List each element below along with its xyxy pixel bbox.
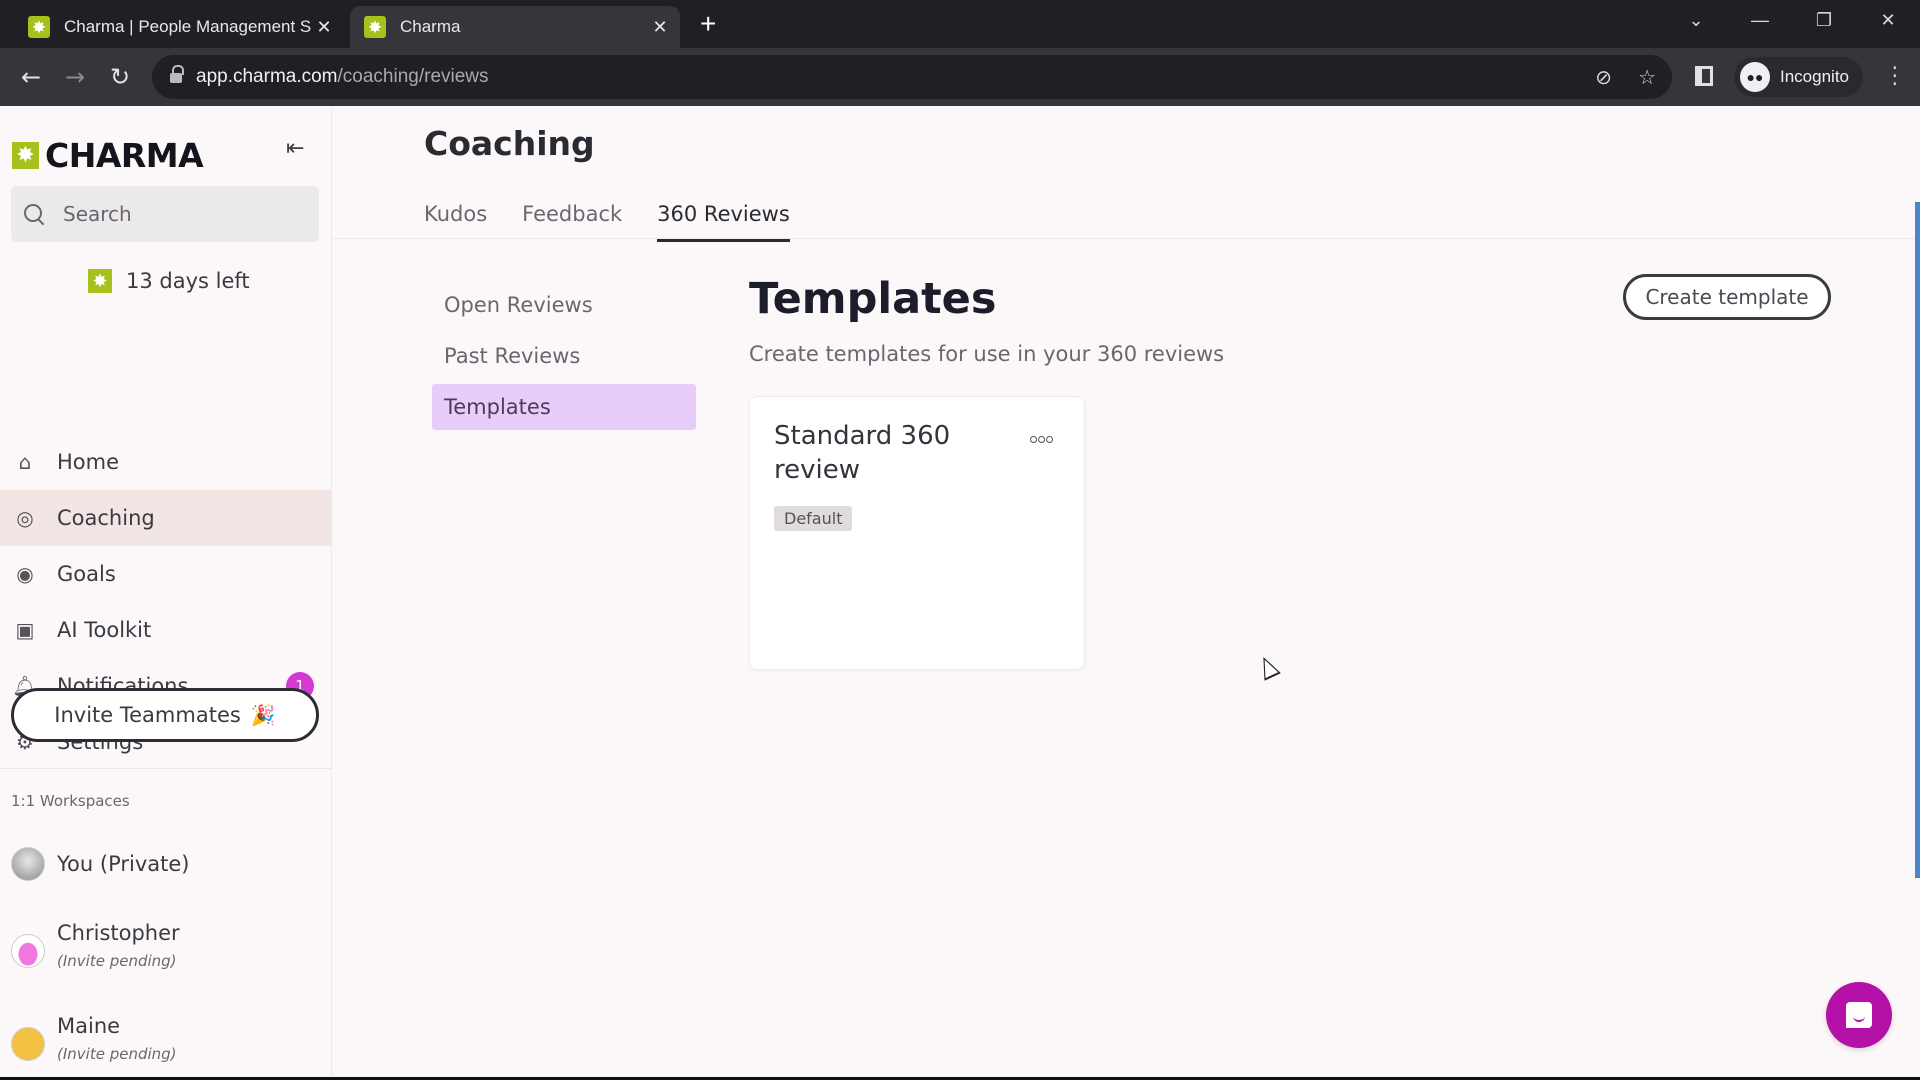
trial-indicator: ✸ 13 days left — [88, 269, 250, 293]
browser-tab-strip: ✸ Charma | People Management S ✕ ✸ Charm… — [0, 0, 1920, 48]
workspace-item[interactable]: You (Private) — [11, 847, 189, 881]
search-input[interactable] — [63, 202, 303, 226]
close-window-icon[interactable]: ✕ — [1856, 10, 1920, 31]
eye-off-icon[interactable]: ⊘ — [1595, 65, 1612, 90]
new-tab-button[interactable]: + — [700, 8, 716, 40]
charma-trial-icon: ✸ — [88, 269, 112, 293]
search-box[interactable] — [11, 186, 319, 242]
sidebar-item-label: Coaching — [57, 506, 155, 530]
tab-360-reviews[interactable]: 360 Reviews — [657, 202, 790, 242]
subnav-past-reviews[interactable]: Past Reviews — [432, 333, 696, 379]
incognito-profile[interactable]: ●● Incognito — [1734, 57, 1863, 97]
sidebar-divider — [0, 768, 331, 769]
url-path: /coaching/reviews — [337, 66, 489, 87]
tab-feedback[interactable]: Feedback — [522, 202, 622, 242]
avatar — [11, 1027, 45, 1061]
subnav-templates[interactable]: Templates — [432, 384, 696, 430]
charma-favicon-icon: ✸ — [364, 16, 386, 38]
sidebar-item-label: Home — [57, 450, 120, 474]
url-host: app.charma.com — [196, 66, 338, 87]
bookmark-star-icon[interactable]: ☆ — [1638, 65, 1656, 90]
profile-label: Incognito — [1780, 67, 1849, 86]
more-options-icon[interactable] — [1030, 433, 1054, 446]
search-icon — [23, 203, 45, 225]
workspaces-heading: 1:1 Workspaces — [11, 792, 130, 810]
sidebar-item-label: Goals — [57, 562, 116, 586]
collapse-sidebar-icon[interactable]: ⇤ — [286, 136, 304, 161]
whistle-icon: ◎ — [16, 506, 34, 530]
tab-title: Charma | People Management S — [64, 17, 312, 36]
chat-support-button[interactable] — [1826, 982, 1892, 1048]
tabs-divider — [332, 238, 1917, 239]
home-icon: ⌂ — [18, 450, 32, 474]
restore-icon[interactable]: ❐ — [1792, 10, 1856, 31]
workspace-name: Christopher — [57, 921, 180, 945]
browser-tab-2[interactable]: ✸ Charma ✕ — [350, 6, 680, 48]
subnav-open-reviews[interactable]: Open Reviews — [432, 282, 696, 328]
trial-text: 13 days left — [126, 269, 250, 293]
target-icon: ◉ — [16, 562, 34, 586]
charma-logo[interactable]: ✸ CHARMA — [12, 136, 204, 175]
invite-status: (Invite pending) — [57, 1045, 177, 1063]
main-content: Coaching Kudos Feedback 360 Reviews Open… — [332, 106, 1920, 1080]
logo-text: CHARMA — [45, 136, 204, 175]
workspace-name: Maine — [57, 1014, 121, 1038]
workspace-name: You (Private) — [57, 852, 190, 876]
section-title: Templates — [749, 274, 997, 324]
invite-status: (Invite pending) — [57, 952, 177, 970]
default-badge: Default — [774, 506, 853, 531]
section-subtitle: Create templates for use in your 360 rev… — [749, 342, 1225, 366]
close-tab-icon[interactable]: ✕ — [648, 17, 672, 38]
address-bar[interactable]: app.charma.com /coaching/reviews ⊘ ☆ — [152, 55, 1672, 99]
reload-icon[interactable]: ↻ — [103, 60, 137, 94]
create-template-button[interactable]: Create template — [1623, 274, 1831, 320]
template-title: Standard 360 review — [774, 421, 951, 485]
back-icon[interactable]: ← — [14, 60, 48, 94]
lock-icon — [170, 64, 184, 85]
avatar — [11, 847, 45, 881]
workspace-item[interactable]: Christopher (Invite pending) — [11, 920, 180, 970]
side-panel-icon[interactable] — [1695, 66, 1713, 86]
browser-menu-icon[interactable]: · · · — [1892, 58, 1898, 94]
party-popper-icon: 🎉 — [250, 703, 276, 727]
invite-label: Invite Teammates — [54, 703, 241, 727]
scrollbar[interactable] — [1915, 202, 1920, 878]
workspace-item[interactable]: Maine (Invite pending) — [11, 1013, 177, 1063]
reviews-subnav: Open Reviews Past Reviews Templates — [432, 282, 696, 435]
sidebar-item-coaching[interactable]: ◎ Coaching — [0, 490, 331, 546]
tab-search-icon[interactable]: ⌄ — [1664, 10, 1728, 31]
close-tab-icon[interactable]: ✕ — [312, 17, 336, 38]
tab-kudos[interactable]: Kudos — [424, 202, 487, 242]
browser-toolbar: ← → ↻ app.charma.com /coaching/reviews ⊘… — [0, 48, 1920, 106]
robot-icon: ▣ — [15, 618, 35, 642]
minimize-icon[interactable]: — — [1728, 10, 1792, 31]
window-controls: ⌄ — ❐ ✕ — [1664, 0, 1920, 40]
avatar — [11, 934, 45, 968]
tab-title: Charma — [400, 17, 461, 36]
forward-icon[interactable]: → — [58, 60, 92, 94]
chat-icon — [1846, 1002, 1872, 1028]
browser-tab-1[interactable]: ✸ Charma | People Management S ✕ — [14, 6, 344, 48]
sidebar-item-goals[interactable]: ◉ Goals — [0, 546, 331, 602]
sidebar-item-home[interactable]: ⌂ Home — [0, 434, 331, 490]
template-card[interactable]: Standard 360 review Default — [749, 396, 1085, 670]
sidebar-item-ai-toolkit[interactable]: ▣ AI Toolkit — [0, 602, 331, 658]
page-title: Coaching — [424, 124, 595, 163]
sidebar: ✸ CHARMA ⇤ ✸ 13 days left ⌂ Home ◎ Coach… — [0, 106, 332, 1080]
sidebar-item-label: AI Toolkit — [57, 618, 152, 642]
incognito-icon: ●● — [1740, 62, 1770, 92]
coaching-tabs: Kudos Feedback 360 Reviews — [424, 202, 790, 242]
invite-teammates-button[interactable]: Invite Teammates 🎉 — [11, 688, 319, 742]
charma-logo-icon: ✸ — [12, 142, 39, 169]
charma-favicon-icon: ✸ — [28, 16, 50, 38]
